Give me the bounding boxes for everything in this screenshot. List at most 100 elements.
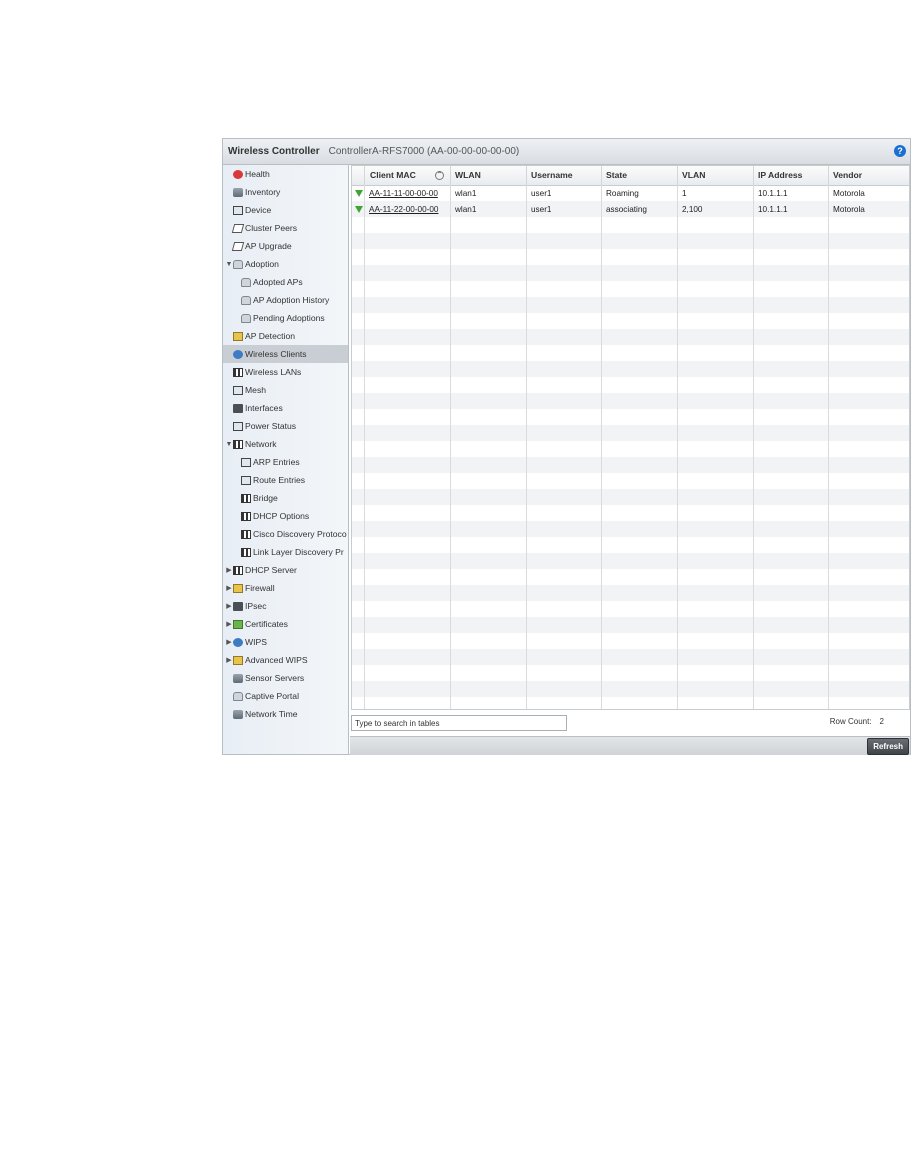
ap-adoption-history-icon <box>241 295 251 305</box>
cell-state: associating <box>606 205 647 214</box>
sidebar-item-mesh[interactable]: Mesh <box>223 381 348 399</box>
sidebar-item-label: Advanced WIPS <box>245 655 308 665</box>
refresh-button[interactable]: Refresh <box>867 738 909 755</box>
sidebar-item-dhcp-server[interactable]: ▶ DHCP Server <box>223 561 348 579</box>
status-arrow-icon <box>355 206 363 213</box>
sidebar-item-pending-adoptions[interactable]: Pending Adoptions <box>223 309 348 327</box>
sidebar-item-ap-adoption-history[interactable]: AP Adoption History <box>223 291 348 309</box>
table-row[interactable]: AA-11-22-00-00-00 wlan1 user1 associating 2,… <box>352 202 909 218</box>
cell-username: user1 <box>531 205 552 214</box>
expand-arrow-icon[interactable]: ▶ <box>225 566 233 574</box>
cell-vendor: Motorola <box>833 205 865 214</box>
sidebar-item-inventory[interactable]: Inventory <box>223 183 348 201</box>
adopted-aps-icon <box>241 277 251 287</box>
sidebar-item-power-status[interactable]: Power Status <box>223 417 348 435</box>
arp-entries-icon <box>241 457 251 467</box>
sidebar-item-dhcp-options[interactable]: DHCP Options <box>223 507 348 525</box>
wireless-clients-table: Client MAC ⌃ WLAN Username State VLAN IP Addre… <box>351 165 910 710</box>
table-row[interactable]: AA-11-11-00-00-00 wlan1 user1 Roaming 1 10.1.… <box>352 186 909 202</box>
status-arrow-icon <box>355 190 363 197</box>
sidebar-item-wireless-lans[interactable]: Wireless LANs <box>223 363 348 381</box>
sort-icon[interactable]: ⌃ <box>435 171 444 180</box>
column-header-username[interactable]: Username <box>527 166 602 185</box>
row-stripe <box>352 617 909 633</box>
collapse-arrow-icon[interactable]: ▼ <box>225 441 233 448</box>
expand-arrow-icon[interactable]: ▶ <box>225 620 233 628</box>
column-divider <box>450 185 451 709</box>
row-stripe <box>352 425 909 441</box>
sensor-servers-icon <box>233 673 243 683</box>
inventory-icon <box>233 187 243 197</box>
sidebar-item-network-time[interactable]: Network Time <box>223 705 348 723</box>
cell-vlan: 2,100 <box>682 205 703 214</box>
sidebar-item-wips[interactable]: ▶ WIPS <box>223 633 348 651</box>
sidebar-item-firewall[interactable]: ▶ Firewall <box>223 579 348 597</box>
sidebar-item-ipsec[interactable]: ▶ IPsec <box>223 597 348 615</box>
sidebar-item-route-entries[interactable]: Route Entries <box>223 471 348 489</box>
sidebar-item-arp-entries[interactable]: ARP Entries <box>223 453 348 471</box>
column-header-ip-address[interactable]: IP Address <box>754 166 829 185</box>
bridge-icon <box>241 493 251 503</box>
status-column-header <box>352 166 365 185</box>
sidebar-item-link-layer-discovery-pr[interactable]: Link Layer Discovery Pr <box>223 543 348 561</box>
column-header-vlan[interactable]: VLAN <box>678 166 754 185</box>
advanced-wips-icon <box>233 655 243 665</box>
cell-wlan: wlan1 <box>455 205 477 214</box>
sidebar-item-advanced-wips[interactable]: ▶ Advanced WIPS <box>223 651 348 669</box>
sidebar-item-adopted-aps[interactable]: Adopted APs <box>223 273 348 291</box>
sidebar-item-cisco-discovery-protoco[interactable]: Cisco Discovery Protoco <box>223 525 348 543</box>
sidebar-item-label: AP Adoption History <box>253 295 330 305</box>
sidebar-item-sensor-servers[interactable]: Sensor Servers <box>223 669 348 687</box>
help-icon[interactable]: ? <box>894 145 906 157</box>
firewall-icon <box>233 583 243 593</box>
sidebar-item-ap-upgrade[interactable]: AP Upgrade <box>223 237 348 255</box>
row-stripe <box>352 361 909 377</box>
cell-vlan: 1 <box>682 189 687 198</box>
sidebar-item-label: Inventory <box>245 187 281 197</box>
cell-username: user1 <box>531 189 552 198</box>
sidebar-item-label: Interfaces <box>245 403 283 413</box>
sidebar-item-label: Sensor Servers <box>245 673 305 683</box>
sidebar-item-bridge[interactable]: Bridge <box>223 489 348 507</box>
expand-arrow-icon[interactable]: ▶ <box>225 602 233 610</box>
sidebar-item-label: AP Detection <box>245 331 296 341</box>
sidebar-item-label: Mesh <box>245 385 267 395</box>
sidebar-item-cluster-peers[interactable]: Cluster Peers <box>223 219 348 237</box>
expand-arrow-icon[interactable]: ▶ <box>225 584 233 592</box>
sidebar-item-wireless-clients[interactable]: Wireless Clients <box>223 345 348 363</box>
row-stripe <box>352 297 909 313</box>
sidebar-item-label: Bridge <box>253 493 278 503</box>
expand-arrow-icon[interactable]: ▶ <box>225 656 233 664</box>
column-divider <box>677 185 678 709</box>
row-stripe <box>352 521 909 537</box>
column-header-vendor[interactable]: Vendor <box>829 166 909 185</box>
cell-ip: 10.1.1.1 <box>758 205 788 214</box>
column-header-state[interactable]: State <box>602 166 678 185</box>
sidebar-item-network[interactable]: ▼ Network <box>223 435 348 453</box>
mesh-icon <box>233 385 243 395</box>
expand-arrow-icon[interactable]: ▶ <box>225 638 233 646</box>
cell-mac[interactable]: AA-11-11-00-00-00 <box>365 186 451 202</box>
wireless-controller-window: Wireless Controller ControllerA-RFS7000 … <box>222 138 911 755</box>
sidebar-item-label: Firewall <box>245 583 275 593</box>
row-stripe <box>352 329 909 345</box>
sidebar-item-health[interactable]: Health <box>223 165 348 183</box>
sidebar-item-ap-detection[interactable]: AP Detection <box>223 327 348 345</box>
column-header-wlan[interactable]: WLAN <box>451 166 527 185</box>
search-input[interactable] <box>351 715 567 731</box>
row-stripe <box>352 553 909 569</box>
column-header-client-mac[interactable]: Client MAC ⌃ <box>365 166 451 185</box>
wireless-lans-icon <box>233 367 243 377</box>
sidebar-item-adoption[interactable]: ▼ Adoption <box>223 255 348 273</box>
cell-mac[interactable]: AA-11-22-00-00-00 <box>365 202 451 218</box>
power-status-icon <box>233 421 243 431</box>
sidebar-item-device[interactable]: Device <box>223 201 348 219</box>
link-layer-discovery-icon <box>241 547 251 557</box>
sidebar-item-interfaces[interactable]: Interfaces <box>223 399 348 417</box>
sidebar-item-label: Device <box>245 205 272 215</box>
sidebar-item-label: Health <box>245 169 270 179</box>
sidebar-item-captive-portal[interactable]: Captive Portal <box>223 687 348 705</box>
sidebar-item-certificates[interactable]: ▶ Certificates <box>223 615 348 633</box>
sidebar-item-label: Pending Adoptions <box>253 313 325 323</box>
collapse-arrow-icon[interactable]: ▼ <box>225 261 233 268</box>
